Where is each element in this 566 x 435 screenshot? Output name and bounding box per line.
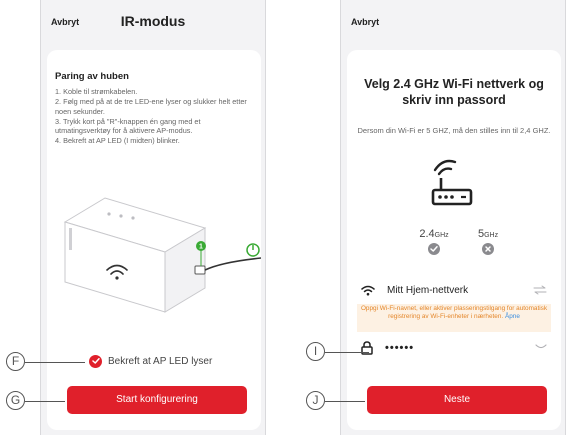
band-5ghz: 5GHz <box>473 228 503 255</box>
content-card: Paring av huben 1. Koble til strømkabele… <box>47 50 261 430</box>
next-button[interactable]: Neste <box>367 386 547 414</box>
hub-illustration: 1 <box>63 197 261 313</box>
left-phone-screen: Avbryt IR-modus Paring av huben 1. Koble… <box>40 0 266 435</box>
instruction-step: 3. Trykk kort på "R"-knappen én gang med… <box>55 116 201 136</box>
network-select-field[interactable]: Mitt Hjem-nettverk <box>361 282 551 298</box>
instruction-step: 1. Koble til strømkabelen. <box>55 87 138 96</box>
location-warning: Oppgi Wi-Fi-navnet, eller aktiver plasse… <box>357 304 551 332</box>
right-phone-screen: Avbryt Velg 2.4 GHz Wi-Fi nettverk og sk… <box>340 0 566 435</box>
hide-password-icon[interactable] <box>535 344 547 350</box>
confirm-checkbox[interactable]: Bekreft at AP LED lyser <box>89 353 212 369</box>
top-bar: Avbryt <box>341 0 565 46</box>
callout-line <box>325 352 369 353</box>
band-unit: GHz <box>484 232 499 239</box>
instruction-step: 4. Bekreft at AP LED (I midten) blinker. <box>55 136 180 146</box>
band-unit: GHz <box>434 232 449 239</box>
cancel-button[interactable]: Avbryt <box>351 17 379 27</box>
section-title: Paring av huben <box>55 71 129 82</box>
band-value: 2.4 <box>419 228 435 240</box>
callout-line <box>25 401 65 402</box>
callout-j: J <box>306 391 325 410</box>
power-icon <box>246 243 260 257</box>
callout-g: G <box>6 391 25 410</box>
callout-f: F <box>6 352 25 371</box>
router-icon <box>431 159 473 206</box>
page-subtext: Dersom din Wi-Fi er 5 GHZ, må den stille… <box>357 126 551 135</box>
wifi-icon <box>361 285 375 295</box>
callout-line <box>325 401 365 402</box>
cross-icon <box>482 243 494 255</box>
top-bar: Avbryt IR-modus <box>41 0 265 46</box>
band-2-4ghz: 2.4GHz <box>419 228 449 255</box>
password-value: •••••• <box>385 342 415 354</box>
check-icon[interactable] <box>89 354 102 368</box>
instruction-step: 2. Følg med på at de tre LED-ene lyser o… <box>55 96 247 116</box>
start-configuration-button[interactable]: Start konfigurering <box>67 386 247 414</box>
check-icon <box>428 243 440 255</box>
password-field[interactable]: •••••• <box>361 340 551 356</box>
open-link[interactable]: Åpne <box>505 313 520 320</box>
callout-line <box>25 362 85 363</box>
page-title: IR-modus <box>120 13 186 29</box>
content-card: Velg 2.4 GHz Wi-Fi nettverk og skriv inn… <box>347 50 561 430</box>
confirm-label: Bekreft at AP LED lyser <box>108 355 213 367</box>
instruction-list: 1. Koble til strømkabelen. 2. Følg med p… <box>55 87 255 146</box>
page-heading: Velg 2.4 GHz Wi-Fi nettverk og skriv inn… <box>364 77 544 108</box>
step-number: 1 <box>199 244 203 251</box>
callout-i: I <box>306 342 325 361</box>
network-name: Mitt Hjem-nettverk <box>387 284 469 296</box>
swap-icon[interactable] <box>533 285 547 295</box>
